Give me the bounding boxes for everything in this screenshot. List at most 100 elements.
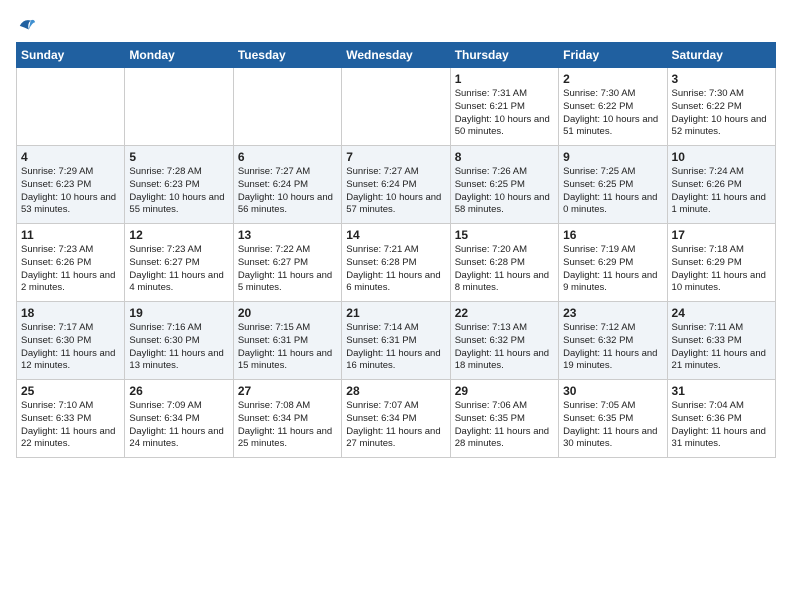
day-info: Sunrise: 7:07 AM [346, 400, 445, 413]
calendar-header-row: SundayMondayTuesdayWednesdayThursdayFrid… [17, 43, 776, 68]
day-info: Sunset: 6:22 PM [563, 101, 662, 114]
day-number: 18 [21, 306, 120, 320]
day-info: Daylight: 11 hours and 0 minutes. [563, 192, 662, 218]
day-number: 20 [238, 306, 337, 320]
day-number: 28 [346, 384, 445, 398]
day-number: 26 [129, 384, 228, 398]
calendar-cell: 28Sunrise: 7:07 AMSunset: 6:34 PMDayligh… [342, 380, 450, 458]
day-info: Daylight: 11 hours and 18 minutes. [455, 348, 554, 374]
calendar-cell [342, 68, 450, 146]
day-number: 17 [672, 228, 771, 242]
day-info: Sunrise: 7:26 AM [455, 166, 554, 179]
day-number: 11 [21, 228, 120, 242]
day-info: Sunset: 6:29 PM [672, 257, 771, 270]
calendar-cell: 21Sunrise: 7:14 AMSunset: 6:31 PMDayligh… [342, 302, 450, 380]
day-info: Sunrise: 7:09 AM [129, 400, 228, 413]
day-info: Sunrise: 7:21 AM [346, 244, 445, 257]
day-info: Sunset: 6:30 PM [129, 335, 228, 348]
day-info: Daylight: 10 hours and 55 minutes. [129, 192, 228, 218]
calendar-cell: 10Sunrise: 7:24 AMSunset: 6:26 PMDayligh… [667, 146, 775, 224]
day-number: 2 [563, 72, 662, 86]
day-number: 5 [129, 150, 228, 164]
day-info: Sunrise: 7:14 AM [346, 322, 445, 335]
calendar-cell: 6Sunrise: 7:27 AMSunset: 6:24 PMDaylight… [233, 146, 341, 224]
day-info: Sunrise: 7:27 AM [238, 166, 337, 179]
day-info: Sunset: 6:32 PM [563, 335, 662, 348]
day-info: Sunset: 6:32 PM [455, 335, 554, 348]
day-info: Daylight: 11 hours and 28 minutes. [455, 426, 554, 452]
day-number: 10 [672, 150, 771, 164]
calendar-cell: 31Sunrise: 7:04 AMSunset: 6:36 PMDayligh… [667, 380, 775, 458]
day-number: 29 [455, 384, 554, 398]
day-info: Sunset: 6:25 PM [563, 179, 662, 192]
day-info: Sunrise: 7:13 AM [455, 322, 554, 335]
day-number: 31 [672, 384, 771, 398]
day-info: Sunset: 6:33 PM [21, 413, 120, 426]
day-info: Daylight: 10 hours and 56 minutes. [238, 192, 337, 218]
day-number: 27 [238, 384, 337, 398]
day-info: Sunset: 6:27 PM [129, 257, 228, 270]
calendar-cell: 19Sunrise: 7:16 AMSunset: 6:30 PMDayligh… [125, 302, 233, 380]
header-wednesday: Wednesday [342, 43, 450, 68]
calendar-cell: 7Sunrise: 7:27 AMSunset: 6:24 PMDaylight… [342, 146, 450, 224]
calendar-cell: 14Sunrise: 7:21 AMSunset: 6:28 PMDayligh… [342, 224, 450, 302]
day-number: 6 [238, 150, 337, 164]
day-info: Sunrise: 7:30 AM [672, 88, 771, 101]
day-info: Daylight: 11 hours and 8 minutes. [455, 270, 554, 296]
day-info: Daylight: 11 hours and 16 minutes. [346, 348, 445, 374]
calendar-cell: 11Sunrise: 7:23 AMSunset: 6:26 PMDayligh… [17, 224, 125, 302]
header-monday: Monday [125, 43, 233, 68]
calendar-cell: 3Sunrise: 7:30 AMSunset: 6:22 PMDaylight… [667, 68, 775, 146]
day-info: Sunset: 6:26 PM [21, 257, 120, 270]
day-info: Daylight: 10 hours and 51 minutes. [563, 114, 662, 140]
day-info: Sunrise: 7:24 AM [672, 166, 771, 179]
day-number: 3 [672, 72, 771, 86]
calendar-cell [233, 68, 341, 146]
day-info: Sunrise: 7:04 AM [672, 400, 771, 413]
day-info: Sunset: 6:23 PM [129, 179, 228, 192]
day-info: Daylight: 11 hours and 9 minutes. [563, 270, 662, 296]
calendar-cell: 16Sunrise: 7:19 AMSunset: 6:29 PMDayligh… [559, 224, 667, 302]
day-info: Sunrise: 7:25 AM [563, 166, 662, 179]
day-info: Sunset: 6:34 PM [238, 413, 337, 426]
calendar-cell: 12Sunrise: 7:23 AMSunset: 6:27 PMDayligh… [125, 224, 233, 302]
week-row-3: 11Sunrise: 7:23 AMSunset: 6:26 PMDayligh… [17, 224, 776, 302]
day-info: Sunrise: 7:12 AM [563, 322, 662, 335]
header-friday: Friday [559, 43, 667, 68]
calendar-cell: 20Sunrise: 7:15 AMSunset: 6:31 PMDayligh… [233, 302, 341, 380]
day-info: Sunrise: 7:29 AM [21, 166, 120, 179]
day-info: Sunset: 6:28 PM [455, 257, 554, 270]
day-info: Daylight: 11 hours and 22 minutes. [21, 426, 120, 452]
week-row-1: 1Sunrise: 7:31 AMSunset: 6:21 PMDaylight… [17, 68, 776, 146]
day-info: Sunset: 6:33 PM [672, 335, 771, 348]
day-number: 22 [455, 306, 554, 320]
day-info: Sunrise: 7:19 AM [563, 244, 662, 257]
day-info: Sunrise: 7:30 AM [563, 88, 662, 101]
day-info: Sunset: 6:21 PM [455, 101, 554, 114]
calendar-table: SundayMondayTuesdayWednesdayThursdayFrid… [16, 42, 776, 458]
day-info: Sunset: 6:35 PM [455, 413, 554, 426]
day-number: 23 [563, 306, 662, 320]
day-info: Sunrise: 7:11 AM [672, 322, 771, 335]
calendar-cell: 9 Sunrise: 7:25 AMSunset: 6:25 PMDaylight… [559, 146, 667, 224]
week-row-5: 25Sunrise: 7:10 AMSunset: 6:33 PMDayligh… [17, 380, 776, 458]
week-row-2: 4Sunrise: 7:29 AMSunset: 6:23 PMDaylight… [17, 146, 776, 224]
day-info: Sunset: 6:34 PM [346, 413, 445, 426]
calendar-cell: 4Sunrise: 7:29 AMSunset: 6:23 PMDaylight… [17, 146, 125, 224]
day-info: Sunrise: 7:28 AM [129, 166, 228, 179]
day-info: Sunrise: 7:16 AM [129, 322, 228, 335]
day-info: Sunrise: 7:06 AM [455, 400, 554, 413]
day-number: 30 [563, 384, 662, 398]
calendar-cell: 24Sunrise: 7:11 AMSunset: 6:33 PMDayligh… [667, 302, 775, 380]
calendar-cell: 8Sunrise: 7:26 AMSunset: 6:25 PMDaylight… [450, 146, 558, 224]
day-number: 15 [455, 228, 554, 242]
week-row-4: 18Sunrise: 7:17 AMSunset: 6:30 PMDayligh… [17, 302, 776, 380]
day-info: Daylight: 11 hours and 15 minutes. [238, 348, 337, 374]
day-info: Daylight: 11 hours and 1 minute. [672, 192, 771, 218]
day-info: Daylight: 10 hours and 58 minutes. [455, 192, 554, 218]
calendar-cell: 13Sunrise: 7:22 AMSunset: 6:27 PMDayligh… [233, 224, 341, 302]
day-number: 19 [129, 306, 228, 320]
day-info: Daylight: 11 hours and 6 minutes. [346, 270, 445, 296]
day-number: 9 [563, 150, 662, 164]
day-info: Sunset: 6:28 PM [346, 257, 445, 270]
